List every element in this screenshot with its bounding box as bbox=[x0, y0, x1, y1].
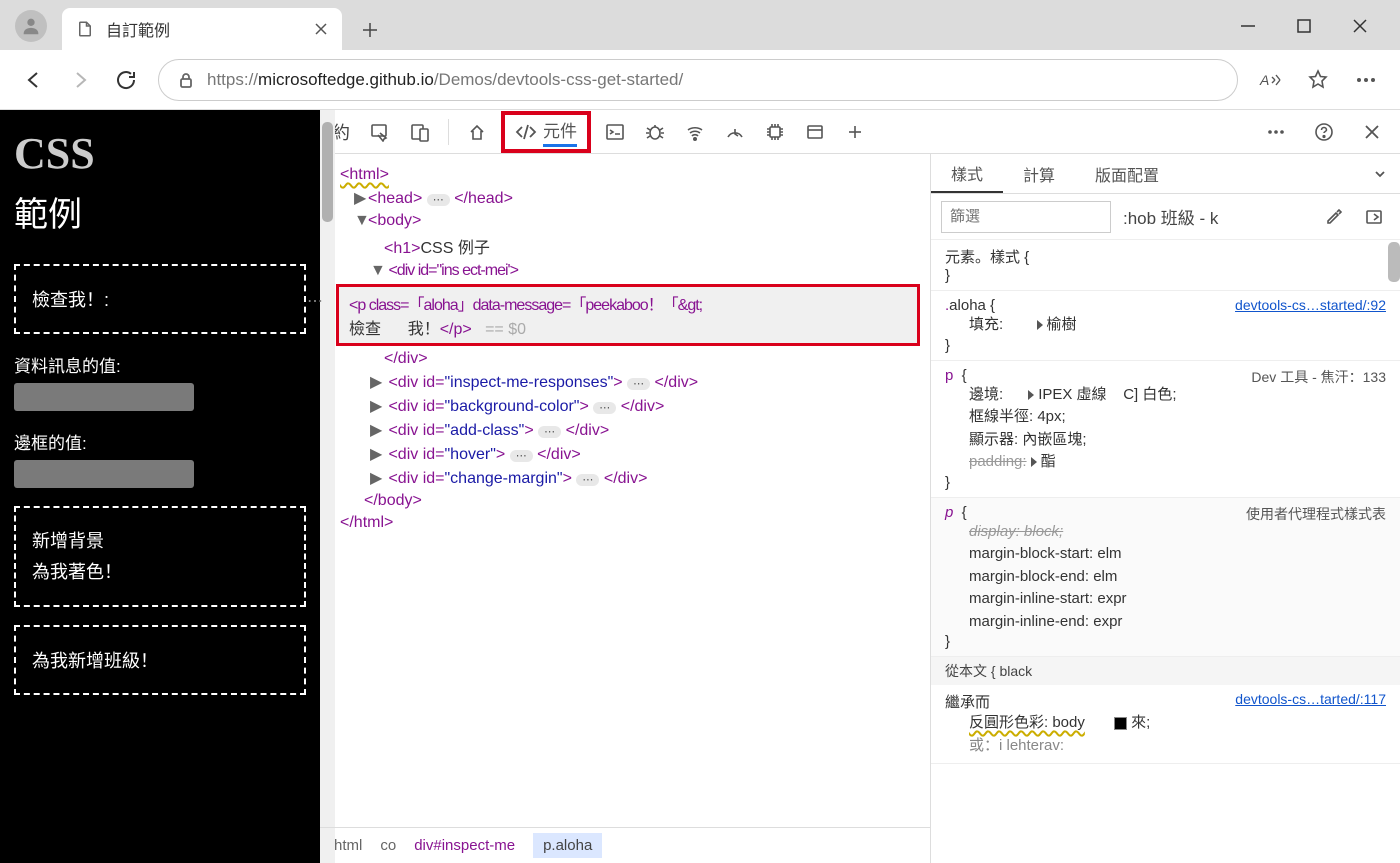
favorite-button[interactable] bbox=[1304, 66, 1332, 94]
url-text: https://microsoftedge.github.io/Demos/de… bbox=[207, 70, 683, 90]
styles-filter-input[interactable] bbox=[941, 201, 1111, 233]
add-panel-icon[interactable] bbox=[839, 116, 871, 148]
address-bar: https://microsoftedge.github.io/Demos/de… bbox=[0, 50, 1400, 110]
url-box[interactable]: https://microsoftedge.github.io/Demos/de… bbox=[158, 59, 1238, 101]
breadcrumb-html[interactable]: html bbox=[334, 837, 362, 854]
forward-button[interactable] bbox=[66, 66, 94, 94]
new-tab-button[interactable] bbox=[350, 10, 390, 50]
inspect-icon[interactable] bbox=[364, 116, 396, 148]
breadcrumb-p[interactable]: p.aloha bbox=[533, 833, 602, 858]
profile-avatar[interactable] bbox=[15, 10, 47, 42]
close-window-button[interactable] bbox=[1348, 14, 1372, 38]
bug-icon[interactable] bbox=[639, 116, 671, 148]
close-devtools-icon[interactable] bbox=[1356, 116, 1388, 148]
devtools: 約 元件 <html> bbox=[320, 110, 1400, 863]
close-tab-icon[interactable] bbox=[314, 22, 328, 36]
page-content: CSS 範例 檢查我！: 資料訊息的值: 邊框的值: 新增背景 為我著色！ 為我… bbox=[0, 110, 320, 863]
svg-text:A: A bbox=[1259, 72, 1269, 88]
performance-icon[interactable] bbox=[719, 116, 751, 148]
panel-toggle-icon[interactable] bbox=[1358, 201, 1390, 233]
main-area: CSS 範例 檢查我！: 資料訊息的值: 邊框的值: 新增背景 為我著色！ 為我… bbox=[0, 110, 1400, 863]
background-box[interactable]: 新增背景 為我著色！ bbox=[14, 506, 306, 607]
dom-breadcrumb: html co div#inspect-me p.aloha bbox=[320, 827, 930, 863]
node-actions-icon[interactable]: ⋯ bbox=[307, 291, 325, 311]
page-h1: CSS bbox=[14, 128, 306, 179]
dom-tree[interactable]: <html> ▶<head> ⋯ </head> ▼<body> <h1>CSS… bbox=[320, 154, 930, 863]
devtools-toolbar: 約 元件 bbox=[320, 110, 1400, 154]
browser-tab[interactable]: 自訂範例 bbox=[62, 8, 342, 50]
read-aloud-button[interactable]: A bbox=[1256, 66, 1284, 94]
hob-text[interactable]: :hob 班級 - k bbox=[1123, 204, 1310, 229]
minimize-button[interactable] bbox=[1236, 14, 1260, 38]
styles-toolbar: :hob 班級 - k bbox=[931, 194, 1400, 240]
tab-styles[interactable]: 樣式 bbox=[931, 154, 1003, 193]
maximize-button[interactable] bbox=[1292, 14, 1316, 38]
lock-icon bbox=[177, 71, 195, 89]
device-icon[interactable] bbox=[404, 116, 436, 148]
styles-panel: 樣式 計算 版面配置 :hob 班級 - k 元素。樣式 { } bbox=[930, 154, 1400, 863]
source-link[interactable]: devtools-cs…tarted/:117 bbox=[1235, 691, 1386, 707]
tab-computed[interactable]: 計算 bbox=[1003, 154, 1075, 193]
inspect-me-box[interactable]: 檢查我！: bbox=[14, 264, 306, 334]
page-icon bbox=[76, 20, 94, 38]
window-controls bbox=[1236, 14, 1400, 50]
add-class-box[interactable]: 為我新增班級！ bbox=[14, 625, 306, 695]
more-button[interactable] bbox=[1352, 66, 1380, 94]
window-titlebar: 自訂範例 bbox=[0, 0, 1400, 50]
console-icon[interactable] bbox=[599, 116, 631, 148]
memory-icon[interactable] bbox=[759, 116, 791, 148]
settings-more-icon[interactable] bbox=[1260, 116, 1292, 148]
source-link[interactable]: devtools-cs…started/:92 bbox=[1235, 297, 1386, 313]
data-message-label: 資料訊息的值: bbox=[14, 352, 306, 377]
welcome-icon[interactable] bbox=[461, 116, 493, 148]
breadcrumb-body[interactable]: co bbox=[380, 837, 396, 854]
code-icon bbox=[515, 121, 537, 143]
tab-layout[interactable]: 版面配置 bbox=[1075, 154, 1179, 193]
data-message-input[interactable] bbox=[14, 383, 194, 411]
network-icon[interactable] bbox=[679, 116, 711, 148]
chevron-down-icon[interactable] bbox=[1372, 166, 1400, 182]
tab-title: 自訂範例 bbox=[106, 17, 302, 41]
styles-rules[interactable]: 元素。樣式 { } devtools-cs…started/:92 .aloha… bbox=[931, 240, 1400, 863]
styles-tabs: 樣式 計算 版面配置 bbox=[931, 154, 1400, 194]
brush-icon[interactable] bbox=[1318, 201, 1350, 233]
reload-button[interactable] bbox=[112, 66, 140, 94]
help-icon[interactable] bbox=[1308, 116, 1340, 148]
breadcrumb-div[interactable]: div#inspect-me bbox=[414, 837, 515, 854]
back-button[interactable] bbox=[20, 66, 48, 94]
application-icon[interactable] bbox=[799, 116, 831, 148]
border-label: 邊框的值: bbox=[14, 429, 306, 454]
selected-dom-node[interactable]: ⋯ <p class=「aloha」data-message=「peekaboo… bbox=[336, 284, 920, 346]
border-input[interactable] bbox=[14, 460, 194, 488]
page-h2: 範例 bbox=[14, 187, 306, 236]
elements-tab[interactable]: 元件 bbox=[501, 111, 591, 153]
